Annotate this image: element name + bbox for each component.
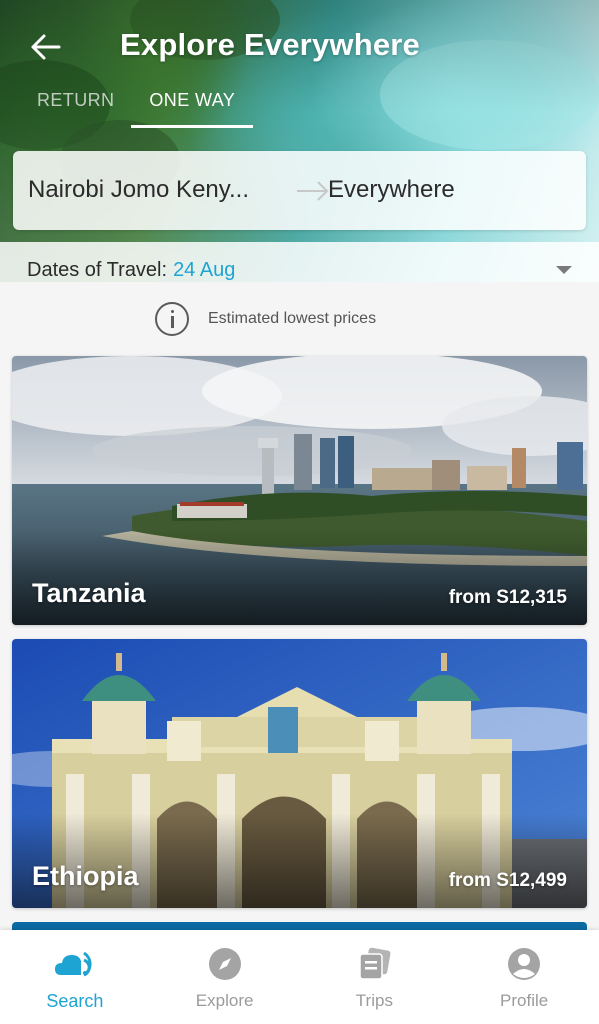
- dates-label: Dates of Travel:: [27, 259, 168, 281]
- dates-selector[interactable]: Dates of Travel: 24 Aug: [0, 242, 599, 282]
- trip-type-tabs: RETURN ONE WAY: [20, 84, 254, 128]
- nav-label: Explore: [195, 991, 254, 1010]
- destination-card-tanzania[interactable]: Tanzania from S12,315: [12, 356, 587, 625]
- info-text: Estimated lowest prices: [208, 310, 377, 327]
- nav-explore[interactable]: Explore: [150, 930, 300, 1024]
- search-cloud-icon: [54, 951, 92, 977]
- trips-cards-icon: [359, 947, 391, 980]
- tab-one-way[interactable]: ONE WAY: [131, 84, 254, 128]
- nav-label: Search: [46, 991, 104, 1011]
- destination-field[interactable]: Everywhere: [328, 176, 455, 204]
- nav-label: Profile: [500, 991, 549, 1010]
- arrow-left-icon: [31, 34, 61, 60]
- compass-icon: [208, 948, 241, 980]
- nav-label: Trips: [355, 991, 393, 1010]
- tab-return[interactable]: RETURN: [20, 84, 131, 128]
- origin-field[interactable]: Nairobi Jomo Keny...: [28, 176, 273, 204]
- nav-search[interactable]: Search: [0, 930, 150, 1024]
- destination-name: Tanzania: [32, 578, 146, 608]
- destination-price: from S12,499: [448, 870, 567, 891]
- chevron-down-icon: [556, 266, 572, 274]
- info-notice: Estimated lowest prices: [155, 302, 376, 336]
- destination-name: Ethiopia: [32, 861, 139, 891]
- nav-trips[interactable]: Trips: [300, 930, 450, 1024]
- destination-price: from S12,315: [448, 587, 567, 608]
- destination-card-ethiopia[interactable]: Ethiopia from S12,499: [12, 639, 587, 908]
- arrow-right-icon: [297, 181, 329, 201]
- profile-icon: [508, 948, 541, 980]
- dates-value: 24 Aug: [173, 259, 236, 281]
- back-button[interactable]: [26, 28, 66, 66]
- page-title: Explore Everywhere: [120, 27, 420, 62]
- bottom-navigation: Search Explore Trips Profile: [0, 930, 599, 1024]
- nav-profile[interactable]: Profile: [449, 930, 599, 1024]
- route-selector: Nairobi Jomo Keny... Everywhere: [13, 151, 586, 230]
- info-icon: [155, 302, 189, 336]
